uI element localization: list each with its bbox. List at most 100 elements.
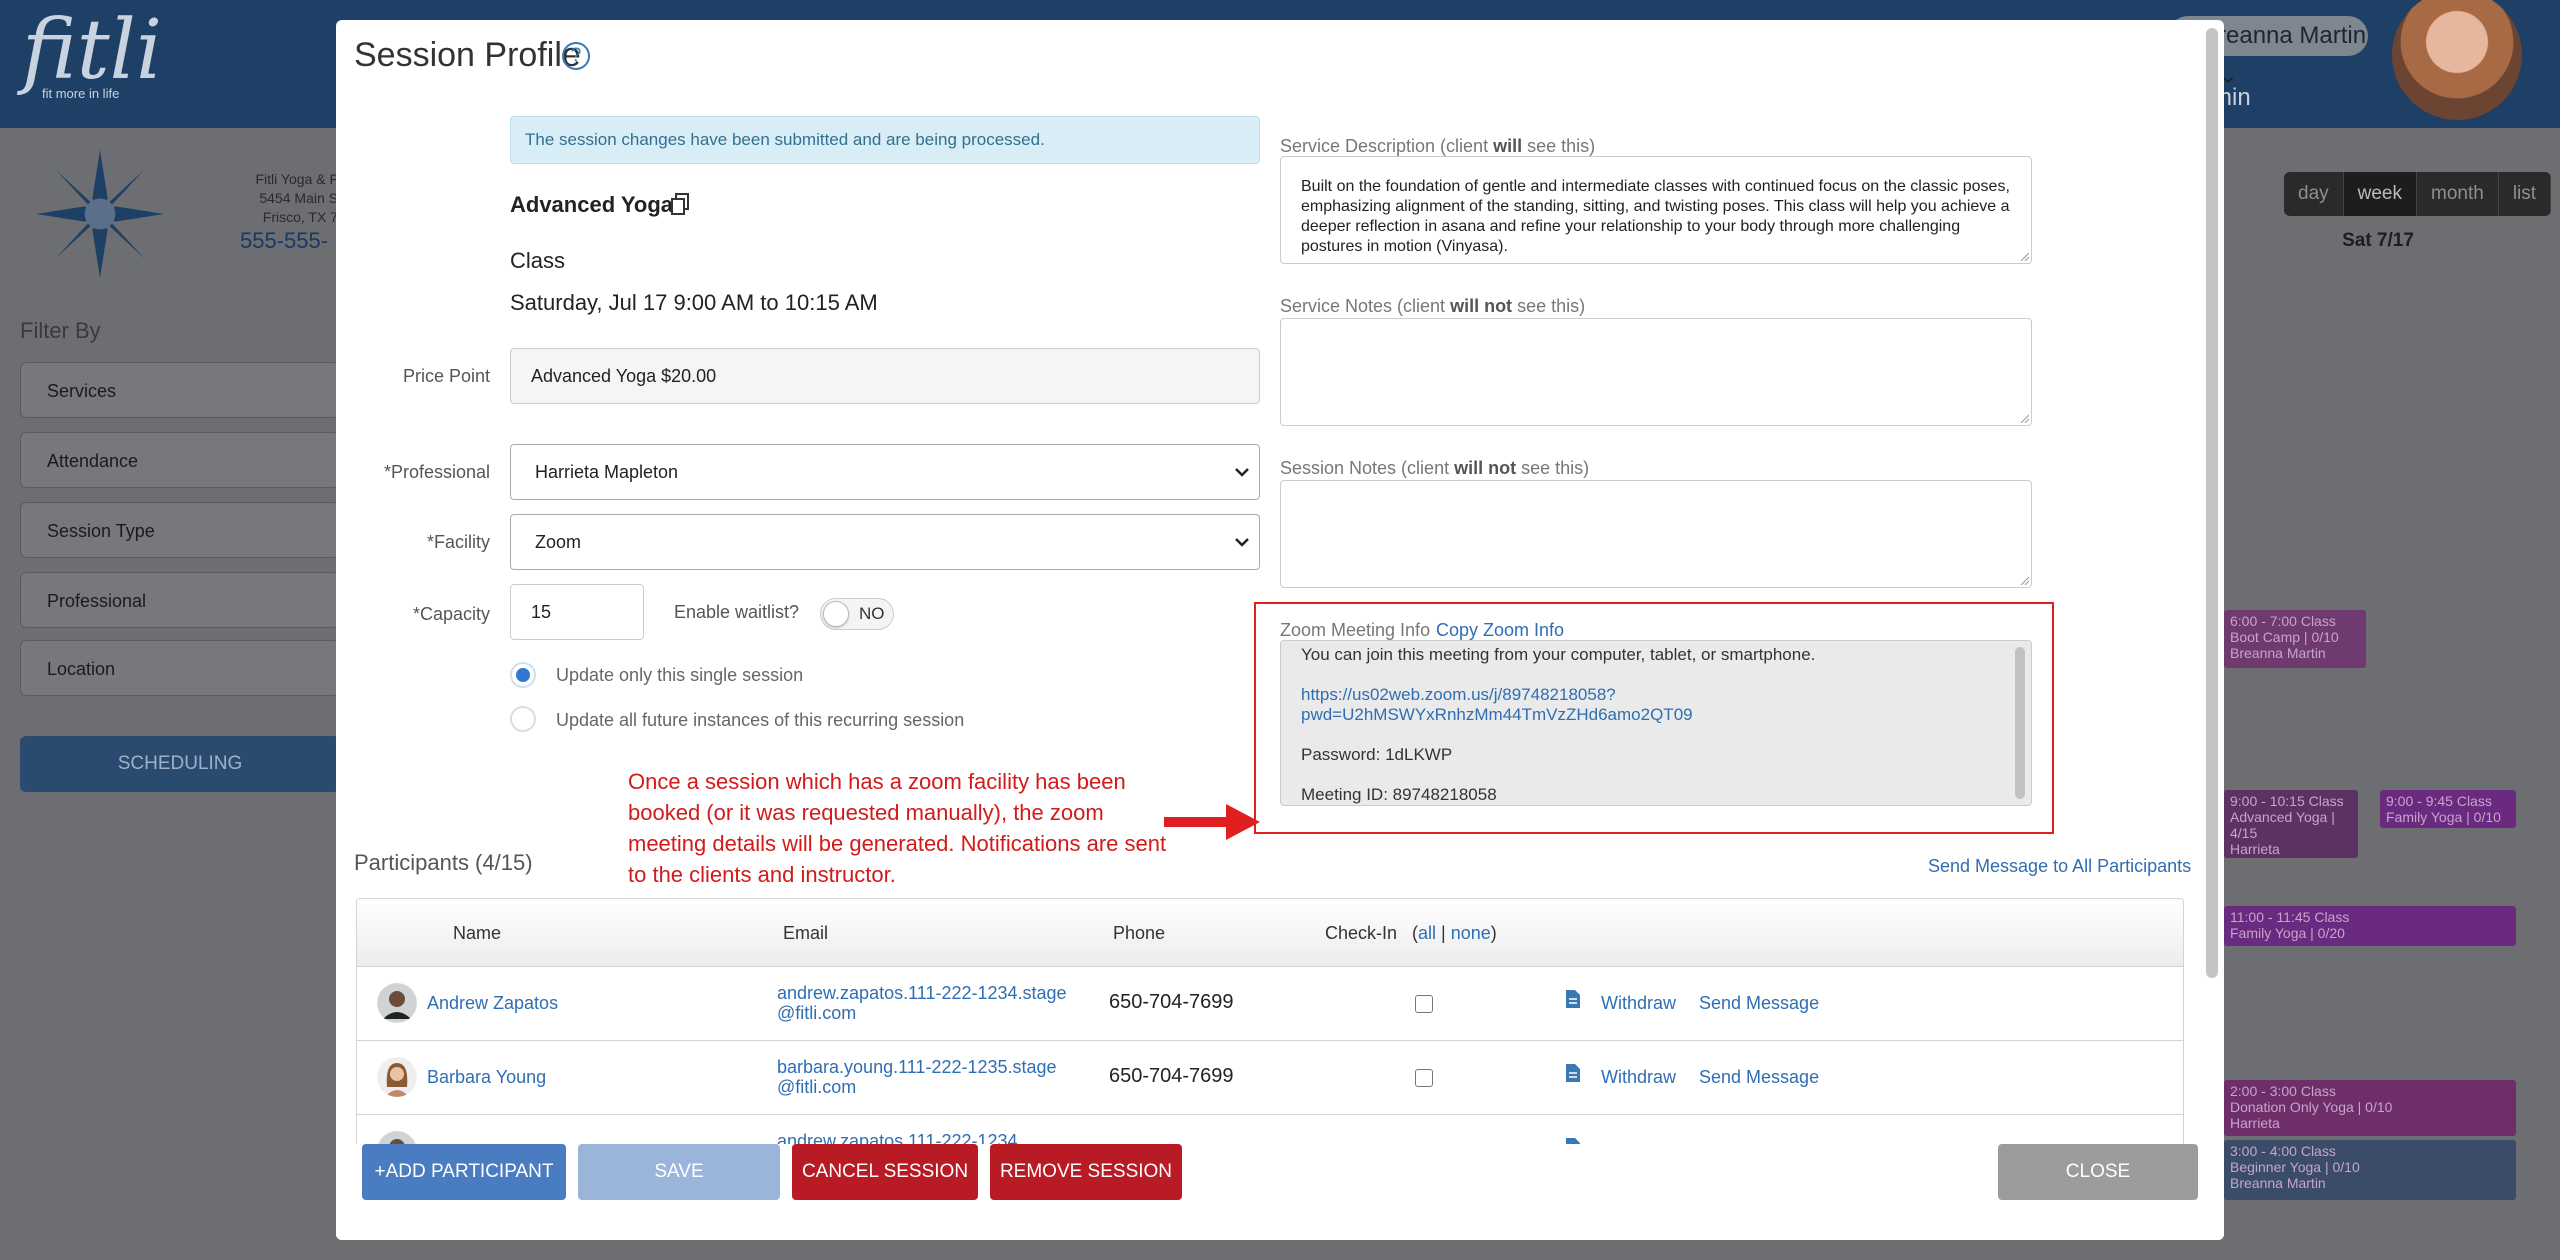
send-message-link[interactable]: Send Message bbox=[1699, 1067, 1819, 1088]
service-description-label: Service Description (client will see thi… bbox=[1280, 136, 1596, 156]
document-icon[interactable] bbox=[1565, 989, 1581, 1009]
professional-select[interactable]: Harrieta Mapleton bbox=[510, 444, 1260, 500]
col-phone: Phone bbox=[1113, 923, 1166, 943]
save-button[interactable]: SAVE bbox=[578, 1144, 780, 1200]
facility-value: Zoom bbox=[535, 532, 582, 552]
calendar-event[interactable]: 11:00 - 11:45 Class Family Yoga | 0/20 bbox=[2224, 906, 2516, 946]
calendar-event[interactable]: 6:00 - 7:00 Class Boot Camp | 0/10 Brean… bbox=[2224, 610, 2366, 668]
checkin-all-link[interactable]: all bbox=[1418, 923, 1436, 943]
document-icon[interactable] bbox=[1565, 1063, 1581, 1083]
modal-scrollbar-thumb[interactable] bbox=[2206, 28, 2218, 978]
add-participant-button[interactable]: +ADD PARTICIPANT bbox=[362, 1144, 566, 1200]
chevron-down-icon bbox=[1235, 538, 1249, 547]
service-description-textarea[interactable]: Built on the foundation of gentle and in… bbox=[1280, 156, 2032, 264]
zoom-meeting-info-box[interactable]: You can join this meeting from your comp… bbox=[1280, 640, 2032, 806]
app-logo: fitli bbox=[22, 3, 163, 98]
col-email: Email bbox=[783, 923, 829, 943]
price-point-label: Price Point bbox=[402, 366, 490, 386]
col-name: Name bbox=[453, 923, 502, 943]
copy-icon[interactable] bbox=[670, 192, 692, 218]
toggle-knob bbox=[823, 601, 849, 627]
annotation-text: Once a session which has a zoom facility… bbox=[628, 769, 1167, 887]
modal-scrollbar[interactable] bbox=[2206, 28, 2218, 1168]
filter-session-type[interactable]: Session Type bbox=[20, 502, 340, 558]
user-name: reanna Martin bbox=[2218, 22, 2367, 49]
calendar-event[interactable]: 3:00 - 4:00 Class Beginner Yoga | 0/10 B… bbox=[2224, 1140, 2516, 1200]
withdraw-link[interactable]: Withdraw bbox=[1601, 1067, 1676, 1088]
zoom-meeting-link[interactable]: https://us02web.zoom.us/j/89748218058? pw… bbox=[1301, 685, 1991, 725]
day-column-header: Sat 7/17 bbox=[2342, 230, 2414, 251]
send-message-link[interactable]: Send Message bbox=[1699, 993, 1819, 1014]
withdraw-link[interactable]: Withdraw bbox=[1601, 993, 1676, 1014]
service-name: Advanced Yoga bbox=[510, 192, 674, 217]
radio-all-future-sessions[interactable] bbox=[510, 706, 536, 732]
zoom-meeting-info-label: Zoom Meeting Info bbox=[1280, 620, 1431, 640]
radio-all-future-sessions-label: Update all future instances of this recu… bbox=[556, 710, 965, 730]
professional-label: *Professional bbox=[383, 462, 490, 482]
facility-select[interactable]: Zoom bbox=[510, 514, 1260, 570]
participant-email[interactable]: andrew.zapatos.111-222-1234.stage@fitli.… bbox=[777, 983, 1067, 1023]
remove-session-button[interactable]: REMOVE SESSION bbox=[990, 1144, 1182, 1200]
send-message-all-link[interactable]: Send Message to All Participants bbox=[1928, 856, 2191, 877]
waitlist-label: Enable waitlist? bbox=[674, 602, 800, 622]
help-icon[interactable]: ? bbox=[562, 42, 590, 70]
price-point-field: Advanced Yoga $20.00 bbox=[510, 348, 1260, 404]
checkin-checkbox[interactable] bbox=[1415, 1069, 1433, 1087]
resize-grip-icon[interactable] bbox=[2019, 413, 2029, 423]
session-notes-label: Session Notes (client will not see this) bbox=[1280, 458, 1590, 478]
modal-title: Session Profile bbox=[354, 36, 581, 74]
table-header: Name Email Phone Check-In (all | none) bbox=[357, 899, 2183, 967]
tab-list[interactable]: list bbox=[2499, 172, 2552, 216]
filter-services[interactable]: Services bbox=[20, 362, 340, 418]
session-notes-textarea[interactable] bbox=[1280, 480, 2032, 588]
studio-logo-icon bbox=[36, 150, 164, 278]
radio-single-session[interactable] bbox=[510, 662, 536, 688]
table-row: Andrew Zapatos andrew.zapatos.111-222-12… bbox=[357, 967, 2183, 1041]
resize-grip-icon[interactable] bbox=[2019, 251, 2029, 261]
session-date: Saturday, Jul 17 9:00 AM to 10:15 AM bbox=[510, 290, 878, 315]
facility-label: *Facility bbox=[426, 532, 490, 552]
studio-phone: 555-555- bbox=[240, 228, 329, 253]
filter-location[interactable]: Location bbox=[20, 640, 340, 696]
waitlist-toggle[interactable]: NO bbox=[820, 598, 894, 630]
avatar bbox=[377, 983, 417, 1023]
checkin-checkbox[interactable] bbox=[1415, 995, 1433, 1013]
participant-phone: 650-704-7699 bbox=[1109, 991, 1234, 1013]
tab-day[interactable]: day bbox=[2284, 172, 2344, 216]
participant-phone: 650-704-7699 bbox=[1109, 1065, 1234, 1087]
resize-grip-icon[interactable] bbox=[2019, 575, 2029, 585]
studio-address: Fitli Yoga & F 5454 Main S Frisco, TX 7 bbox=[255, 171, 339, 225]
annotation-arrow-icon bbox=[1164, 804, 1260, 840]
calendar-event[interactable]: 2:00 - 3:00 Class Donation Only Yoga | 0… bbox=[2224, 1080, 2516, 1136]
zoom-meeting-id: Meeting ID: 89748218058 bbox=[1301, 785, 1497, 804]
filter-attendance[interactable]: Attendance bbox=[20, 432, 340, 488]
tab-week[interactable]: week bbox=[2343, 172, 2417, 216]
radio-single-session-label: Update only this single session bbox=[556, 665, 804, 685]
session-type: Class bbox=[510, 248, 566, 273]
col-checkin: Check-In (all | none) bbox=[1325, 923, 1497, 943]
status-alert: The session changes have been submitted … bbox=[510, 116, 1260, 164]
cancel-session-button[interactable]: CANCEL SESSION bbox=[792, 1144, 978, 1200]
participant-name[interactable]: Barbara Young bbox=[427, 1067, 546, 1088]
participant-email[interactable]: barbara.young.111-222-1235.stage@fitli.c… bbox=[777, 1057, 1067, 1097]
zoom-box-scrollbar[interactable] bbox=[2015, 647, 2025, 799]
service-notes-label: Service Notes (client will not see this) bbox=[1280, 296, 1586, 316]
filter-professional[interactable]: Professional bbox=[20, 572, 340, 628]
checkin-none-link[interactable]: none bbox=[1451, 923, 1491, 943]
filter-title: Filter By bbox=[20, 318, 101, 343]
calendar-event[interactable]: 9:00 - 9:45 Class Family Yoga | 0/10 bbox=[2380, 790, 2516, 828]
participant-name[interactable]: Andrew Zapatos bbox=[427, 993, 558, 1014]
copy-zoom-info-link[interactable]: Copy Zoom Info bbox=[1436, 620, 1564, 641]
service-notes-textarea[interactable] bbox=[1280, 318, 2032, 426]
zoom-password: Password: 1dLKWP bbox=[1301, 745, 1453, 764]
scheduling-button[interactable]: SCHEDULING bbox=[20, 736, 340, 792]
tab-month[interactable]: month bbox=[2417, 172, 2499, 216]
avatar bbox=[377, 1057, 417, 1097]
close-button[interactable]: CLOSE bbox=[1998, 1144, 2198, 1200]
chevron-down-icon bbox=[1235, 468, 1249, 477]
participants-title: Participants (4/15) bbox=[354, 850, 533, 875]
capacity-input[interactable]: 15 bbox=[510, 584, 644, 640]
app-logo-tagline: fit more in life bbox=[42, 86, 120, 101]
calendar-event[interactable]: 9:00 - 10:15 Class Advanced Yoga | 4/15 … bbox=[2224, 790, 2358, 858]
professional-value: Harrieta Mapleton bbox=[535, 462, 679, 482]
